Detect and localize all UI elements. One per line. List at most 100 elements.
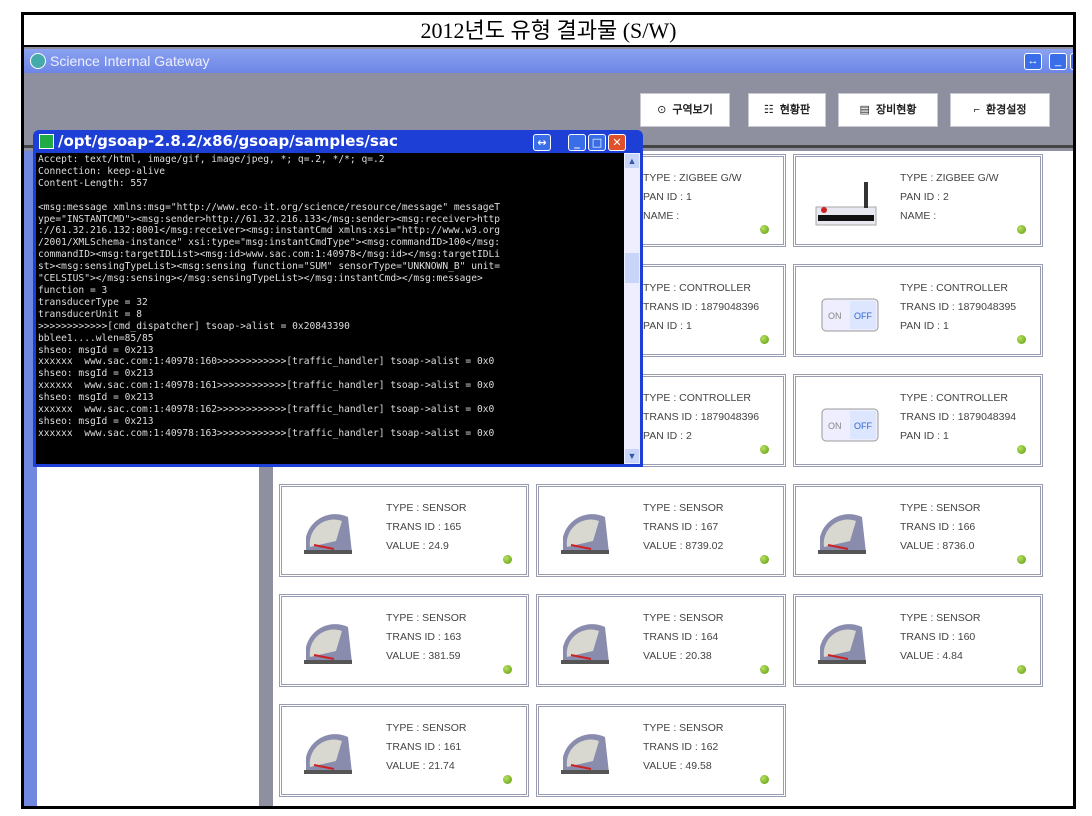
device-card-controller[interactable]: ON OFF TYPE : CONTROLLER TRANS ID : 1879048… xyxy=(793,374,1043,467)
device-info-line: NAME : xyxy=(643,210,680,222)
terminal-icon xyxy=(39,134,54,149)
device-card-sensor[interactable]: TYPE : SENSOR TRANS ID : 164 VALUE : 20.38 xyxy=(536,594,786,687)
toolbar-button-3[interactable]: ⌐ 환경설정 xyxy=(950,93,1050,127)
document-title: 2012년도 유형 결과물 (S/W) xyxy=(24,15,1073,47)
device-info: TYPE : CONTROLLER TRANS ID : 1879048394 PA… xyxy=(900,389,1016,446)
maximize-button[interactable]: □ xyxy=(588,134,606,151)
device-info-line: TYPE : SENSOR xyxy=(386,502,467,514)
terminal-line: commandID><msg:targetIDList><msg:id>www.… xyxy=(38,249,501,261)
terminal-line: <msg:message xmlns:msg="http://www.eco-i… xyxy=(38,201,501,213)
device-info: TYPE : CONTROLLER TRANS ID : 1879048396 PA… xyxy=(643,389,759,446)
device-info-line: VALUE : 381.59 xyxy=(386,650,461,662)
device-info-line: TYPE : CONTROLLER xyxy=(643,392,751,404)
device-card-sensor[interactable]: TYPE : SENSOR TRANS ID : 167 VALUE : 8739.… xyxy=(536,484,786,577)
device-info-line: TYPE : ZIGBEE G/W xyxy=(643,172,742,184)
terminal-line: bblee1....wlen=85/85 xyxy=(38,332,154,344)
device-info-line: TYPE : CONTROLLER xyxy=(900,282,1008,294)
terminal-line: Accept: text/html, image/gif, image/jpeg… xyxy=(38,154,385,165)
toolbar-button-0[interactable]: ⊙ 구역보기 xyxy=(640,93,730,127)
device-info: TYPE : SENSOR TRANS ID : 163 VALUE : 381.5… xyxy=(386,609,467,666)
device-info: TYPE : ZIGBEE G/W PAN ID : 1 NAME : xyxy=(643,169,742,226)
terminal-line: st><msg:sensingTypeList><msg:sensing fun… xyxy=(38,261,501,273)
device-info: TYPE : SENSOR TRANS ID : 166 VALUE : 8736.… xyxy=(900,499,981,556)
device-card-sensor[interactable]: TYPE : SENSOR TRANS ID : 161 VALUE : 21.74 xyxy=(279,704,529,797)
terminal-window[interactable]: /opt/gsoap-2.8.2/x86/gsoap/samples/sac ↔… xyxy=(33,130,643,467)
device-info-line: TRANS ID : 163 xyxy=(386,631,462,643)
toolbar-button-label: 구역보기 xyxy=(672,104,713,116)
terminal-line: Connection: keep-alive xyxy=(38,165,166,177)
terminal-line: /2001/XMLSchema-instance" xsi:type="msg:… xyxy=(38,237,501,249)
terminal-line: "CELSIUS"></msg:sensing></msg:sensingTyp… xyxy=(38,273,483,285)
device-info-line: TYPE : SENSOR xyxy=(900,502,981,514)
device-info-line: PAN ID : 2 xyxy=(643,430,692,442)
close-button[interactable]: ✕ xyxy=(608,134,626,151)
terminal-line: Content-Length: 557 xyxy=(38,177,148,189)
terminal-title-bar[interactable]: /opt/gsoap-2.8.2/x86/gsoap/samples/sac ↔… xyxy=(36,130,640,153)
device-card-sensor[interactable]: TYPE : SENSOR TRANS ID : 162 VALUE : 49.58 xyxy=(536,704,786,797)
status-online-icon xyxy=(1017,665,1026,674)
document-icon: ▤ xyxy=(859,104,870,116)
maximize-button[interactable]: □ xyxy=(1070,53,1073,70)
device-info-line: TYPE : SENSOR xyxy=(643,722,724,734)
terminal-output[interactable]: Accept: text/html, image/gif, image/jpeg… xyxy=(36,153,640,464)
device-card-sensor[interactable]: TYPE : SENSOR TRANS ID : 163 VALUE : 381.5… xyxy=(279,594,529,687)
switch-icon: ON OFF xyxy=(821,408,879,442)
status-online-icon xyxy=(760,335,769,344)
status-online-icon xyxy=(760,445,769,454)
device-card-controller[interactable]: ON OFF TYPE : CONTROLLER TRANS ID : 1879048… xyxy=(793,264,1043,357)
toolbar-button-label: 환경설정 xyxy=(985,104,1027,116)
restore-icon[interactable]: ↔ xyxy=(533,134,551,151)
gauge-icon xyxy=(561,624,609,664)
minimize-button[interactable]: _ xyxy=(1049,53,1067,70)
device-info-line: NAME : xyxy=(900,210,937,222)
toolbar-button-1[interactable]: ☷ 현황판 xyxy=(748,93,826,127)
toolbar-button-label: 현황판 xyxy=(779,104,811,116)
device-info-line: TRANS ID : 1879048396 xyxy=(643,301,760,313)
status-online-icon xyxy=(760,775,769,784)
gauge-icon xyxy=(561,514,609,554)
device-info-line: VALUE : 24.9 xyxy=(386,540,449,552)
app-title: Science Internal Gateway xyxy=(50,53,210,69)
device-info-line: VALUE : 8739.02 xyxy=(643,540,724,552)
device-info: TYPE : SENSOR TRANS ID : 167 VALUE : 8739.… xyxy=(643,499,724,556)
terminal-line: transducerType = 32 xyxy=(38,296,148,308)
device-info-line: TRANS ID : 162 xyxy=(643,741,719,753)
minimize-button[interactable]: _ xyxy=(568,134,586,151)
scrollbar[interactable]: ▲ ▼ xyxy=(624,153,640,464)
status-online-icon xyxy=(503,555,512,564)
status-online-icon xyxy=(503,775,512,784)
device-info-line: TYPE : SENSOR xyxy=(643,502,724,514)
device-card-sensor[interactable]: TYPE : SENSOR TRANS ID : 166 VALUE : 8736.… xyxy=(793,484,1043,577)
device-info-line: VALUE : 8736.0 xyxy=(900,540,975,552)
settings-icon: ⌐ xyxy=(973,104,980,116)
device-info-line: VALUE : 20.38 xyxy=(643,650,712,662)
terminal-title: /opt/gsoap-2.8.2/x86/gsoap/samples/sac xyxy=(58,132,398,150)
gauge-icon xyxy=(818,624,866,664)
device-info-line: TRANS ID : 160 xyxy=(900,631,976,643)
status-online-icon xyxy=(760,555,769,564)
device-info-line: TRANS ID : 1879048394 xyxy=(900,411,1017,423)
toolbar-button-2[interactable]: ▤ 장비현황 xyxy=(838,93,938,127)
status-online-icon xyxy=(1017,335,1026,344)
terminal-line: xxxxxx www.sac.com:1:40978:161>>>>>>>>>>… xyxy=(38,380,495,392)
terminal-line: shseo: msgId = 0x213 xyxy=(38,415,154,427)
device-info-line: PAN ID : 1 xyxy=(643,191,692,203)
device-info-line: TYPE : SENSOR xyxy=(386,722,467,734)
device-card-sensor[interactable]: TYPE : SENSOR TRANS ID : 165 VALUE : 24.9 xyxy=(279,484,529,577)
device-card-sensor[interactable]: TYPE : SENSOR TRANS ID : 160 VALUE : 4.84 xyxy=(793,594,1043,687)
terminal-line: shseo: msgId = 0x213 xyxy=(38,344,154,356)
toolbar-button-label: 장비현황 xyxy=(875,104,917,116)
scroll-thumb[interactable] xyxy=(625,253,639,283)
device-info-line: PAN ID : 1 xyxy=(900,430,949,442)
device-info: TYPE : SENSOR TRANS ID : 160 VALUE : 4.84 xyxy=(900,609,981,666)
app-title-bar: Science Internal Gateway ↔ _ □ xyxy=(24,49,1073,73)
status-online-icon xyxy=(1017,225,1026,234)
status-online-icon xyxy=(1017,445,1026,454)
device-info-line: PAN ID : 2 xyxy=(900,191,949,203)
gauge-icon xyxy=(818,514,866,554)
restore-icon[interactable]: ↔ xyxy=(1024,53,1042,70)
device-card-gateway[interactable]: TYPE : ZIGBEE G/W PAN ID : 2 NAME : xyxy=(793,154,1043,247)
scroll-up-icon[interactable]: ▲ xyxy=(625,154,639,168)
scroll-down-icon[interactable]: ▼ xyxy=(625,449,639,463)
